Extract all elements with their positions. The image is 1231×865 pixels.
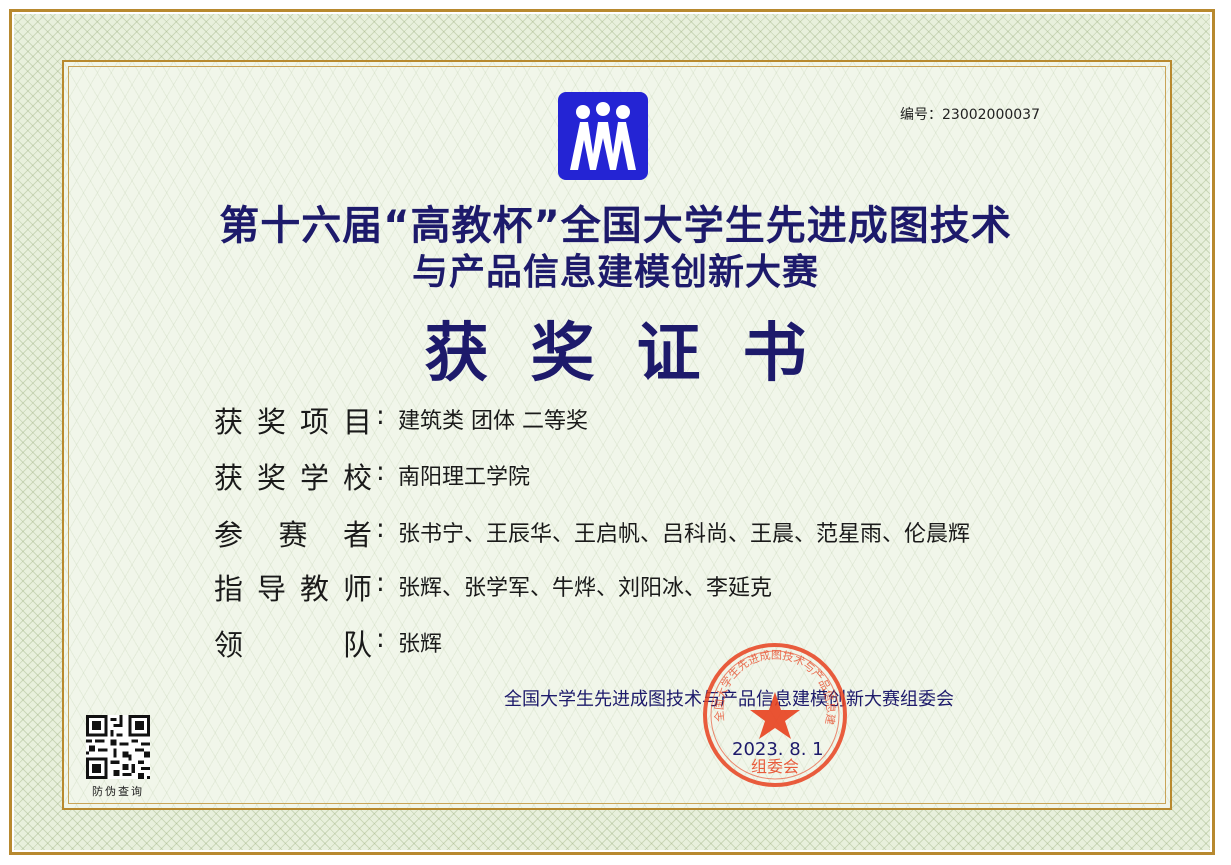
field-label-char: 导 [256,572,286,606]
issue-date: 2023. 8. 1 [732,739,824,760]
field-label-char: 师 [342,572,372,606]
field-label-char: 项 [299,405,329,439]
serial-value: 23002000037 [942,107,1040,123]
field-colon: : [376,624,385,654]
certificate: 编号：23002000037 第十六届“高教杯”全国大学生先进成图技术 与产品信… [0,0,1231,865]
qr-caption: 防伪查询 [92,785,144,798]
field-label-char: 教 [299,572,329,606]
field-value: 南阳理工学院 [398,465,531,490]
field-label: 获奖项目 [214,399,372,441]
field-colon: : [376,401,385,431]
field-colon: : [376,457,385,487]
field-value: 张辉 [398,632,443,657]
qr-code-icon [86,715,150,779]
certificate-title: 获奖证书 [424,316,849,391]
field-label-char: 校 [342,461,372,495]
field-label-char: 获 [214,405,244,439]
field-label-char: 奖 [256,461,286,495]
field-label-char: 参 [214,518,244,552]
field-label: 领队 [214,622,372,664]
field-label-char: 奖 [256,405,286,439]
field-label: 参赛者 [214,512,372,554]
serial-label: 编号： [900,107,942,123]
field-label-char: 者 [342,518,372,552]
field-value: 建筑类 团体 二等奖 [398,409,588,434]
field-label-char: 学 [299,461,329,495]
field-label-char: 指 [214,572,244,606]
field-value: 张书宁、王辰华、王启帆、吕科尚、王晨、范星雨、伦晨辉 [398,522,971,547]
official-seal-icon: 全国大学生先进成图技术与产品信息建模创新大赛 组委会 [700,640,847,787]
field-label-char: 获 [214,461,244,495]
competition-title-line2: 与产品信息建模创新大赛 [411,252,819,293]
field-colon: : [376,568,385,598]
field-colon: : [376,514,385,544]
field-label-char: 目 [342,405,372,439]
field-label-char: 领 [214,628,244,662]
field-label: 指导教师 [214,566,372,608]
field-value: 张辉、张学军、牛烨、刘阳冰、李延克 [398,576,773,601]
competition-logo-icon [558,92,648,180]
field-label-char: 队 [342,628,372,662]
field-label-char: 赛 [278,518,308,552]
serial-number: 编号：23002000037 [900,104,1040,124]
field-label: 获奖学校 [214,455,372,497]
